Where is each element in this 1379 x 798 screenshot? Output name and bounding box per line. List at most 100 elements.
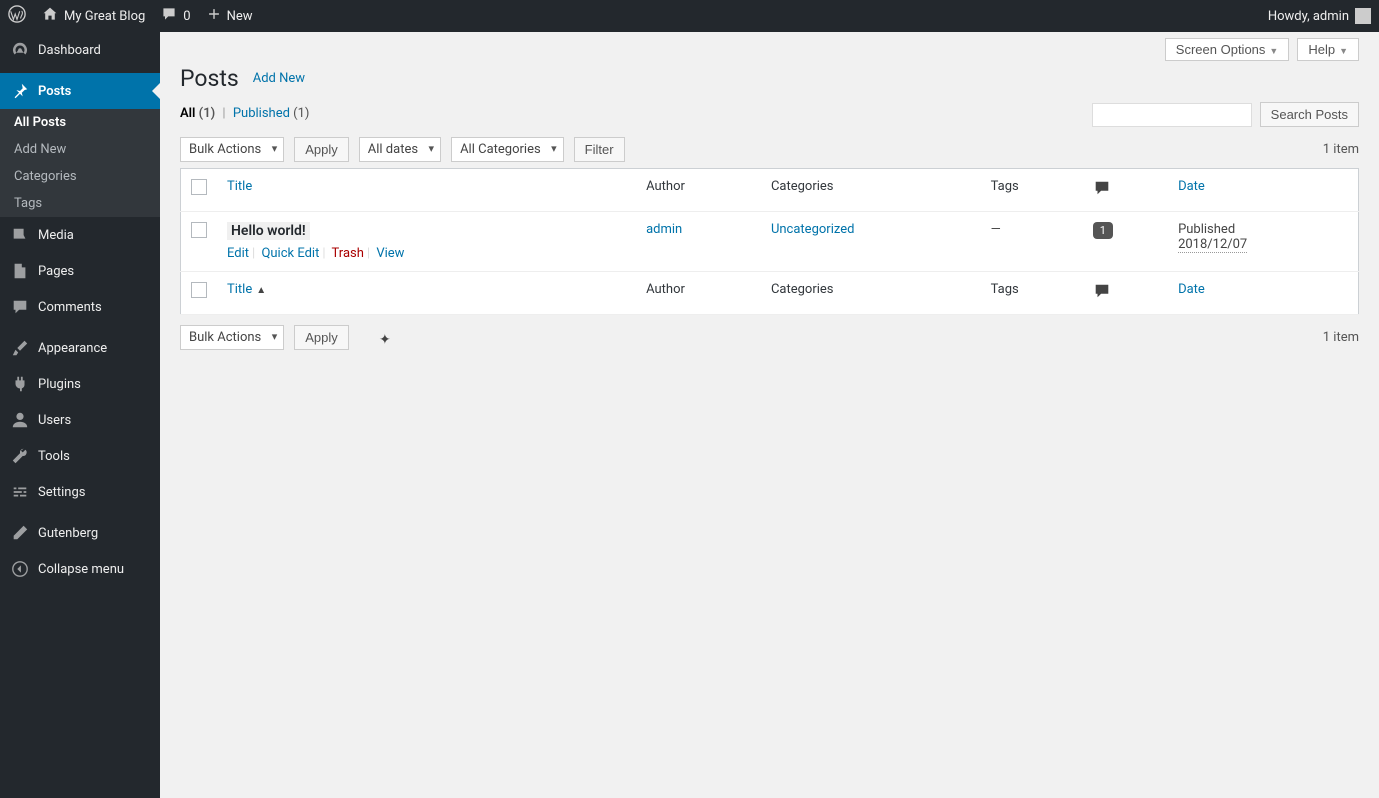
wp-logo[interactable] [8, 5, 26, 27]
sidebar-item-posts[interactable]: Posts [0, 73, 160, 109]
sidebar-item-dashboard[interactable]: Dashboard [0, 32, 160, 68]
wordpress-icon [8, 5, 26, 27]
collapse-icon [10, 559, 30, 579]
col-title[interactable]: Title [217, 169, 636, 212]
sort-asc-icon: ▲ [256, 285, 266, 296]
action-edit[interactable]: Edit [227, 246, 249, 261]
posts-table: Title Author Categories Tags Date Hello … [180, 168, 1359, 315]
comments-count: 0 [183, 9, 190, 24]
chevron-down-icon: ▼ [1339, 46, 1348, 56]
col-comments-footer[interactable] [1083, 272, 1168, 315]
action-trash[interactable]: Trash [332, 246, 364, 261]
site-name-link[interactable]: My Great Blog [42, 6, 145, 26]
tablenav-bottom: Bulk Actions Apply 1 item [180, 325, 1359, 350]
sidebar-item-label: Comments [38, 300, 102, 315]
sidebar-item-pages[interactable]: Pages [0, 253, 160, 289]
user-greeting[interactable]: Howdy, admin [1268, 8, 1371, 24]
col-author-footer[interactable]: Author [636, 272, 761, 315]
post-status-filters: All (1) | Published (1) Search Posts [180, 106, 1359, 127]
apply-button-bottom[interactable]: Apply [294, 325, 349, 350]
avatar [1355, 8, 1371, 24]
item-count-bottom: 1 item [1323, 330, 1359, 345]
comment-icon [1093, 289, 1111, 304]
sidebar-item-users[interactable]: Users [0, 402, 160, 438]
comment-icon [10, 297, 30, 317]
tablenav-top: Bulk Actions Apply All dates All Categor… [180, 137, 1359, 162]
categories-select[interactable]: All Categories [451, 137, 564, 162]
search-posts-button[interactable]: Search Posts [1260, 102, 1359, 127]
site-name-text: My Great Blog [64, 9, 145, 24]
filter-published[interactable]: Published (1) [233, 106, 310, 121]
action-quick-edit[interactable]: Quick Edit [261, 246, 319, 261]
row-actions: Edit| Quick Edit| Trash| View [227, 246, 626, 261]
col-tags-footer[interactable]: Tags [981, 272, 1083, 315]
media-icon [10, 225, 30, 245]
comment-icon [161, 6, 177, 26]
comments-link[interactable]: 0 [161, 6, 190, 26]
screen-options-button[interactable]: Screen Options▼ [1165, 38, 1290, 61]
sidebar-item-label: Dashboard [38, 43, 101, 58]
home-icon [42, 6, 58, 26]
new-label: New [227, 9, 253, 24]
bulk-actions-select-bottom[interactable]: Bulk Actions [180, 325, 284, 350]
brush-icon [10, 338, 30, 358]
col-comments[interactable] [1083, 169, 1168, 212]
select-all-checkbox-bottom[interactable] [191, 282, 207, 298]
col-author[interactable]: Author [636, 169, 761, 212]
post-tags: — [981, 212, 1083, 272]
page-icon [10, 261, 30, 281]
comment-count-badge[interactable]: 1 [1093, 222, 1113, 239]
sidebar-item-label: Posts [38, 84, 71, 99]
filter-button[interactable]: Filter [574, 137, 625, 162]
pin-icon [10, 81, 30, 101]
plug-icon [10, 374, 30, 394]
sidebar-item-settings[interactable]: Settings [0, 474, 160, 510]
plus-icon [207, 7, 221, 25]
pencil-icon [10, 523, 30, 543]
filter-all[interactable]: All (1) [180, 106, 215, 121]
dates-select[interactable]: All dates [359, 137, 441, 162]
post-category[interactable]: Uncategorized [771, 222, 854, 237]
apply-button[interactable]: Apply [294, 137, 349, 162]
new-content-link[interactable]: New [207, 7, 253, 25]
post-author[interactable]: admin [646, 222, 682, 237]
submenu-add-new[interactable]: Add New [0, 136, 160, 163]
sliders-icon [10, 482, 30, 502]
main-content: Screen Options▼ Help▼ Posts Add New All … [160, 32, 1379, 798]
submenu-tags[interactable]: Tags [0, 190, 160, 217]
sidebar-item-plugins[interactable]: Plugins [0, 366, 160, 402]
sidebar-item-gutenberg[interactable]: Gutenberg [0, 515, 160, 551]
post-date: Published 2018/12/07 [1168, 212, 1358, 272]
col-tags[interactable]: Tags [981, 169, 1083, 212]
col-categories-footer[interactable]: Categories [761, 272, 981, 315]
submenu-all-posts[interactable]: All Posts [0, 109, 160, 136]
sidebar-item-label: Gutenberg [38, 526, 98, 541]
sidebar-item-label: Settings [38, 485, 85, 500]
add-new-link[interactable]: Add New [253, 71, 305, 86]
bulk-actions-select[interactable]: Bulk Actions [180, 137, 284, 162]
col-categories[interactable]: Categories [761, 169, 981, 212]
sidebar-item-label: Appearance [38, 341, 107, 356]
wrench-icon [10, 446, 30, 466]
col-date[interactable]: Date [1168, 169, 1358, 212]
sidebar-item-comments[interactable]: Comments [0, 289, 160, 325]
select-all-checkbox[interactable] [191, 179, 207, 195]
sidebar-item-tools[interactable]: Tools [0, 438, 160, 474]
dashboard-icon [10, 40, 30, 60]
sidebar-item-media[interactable]: Media [0, 217, 160, 253]
row-checkbox[interactable] [191, 222, 207, 238]
submenu-categories[interactable]: Categories [0, 163, 160, 190]
col-date-footer[interactable]: Date [1168, 272, 1358, 315]
help-button[interactable]: Help▼ [1297, 38, 1359, 61]
action-view[interactable]: View [376, 246, 404, 261]
col-title-footer[interactable]: Title▲ [217, 272, 636, 315]
search-input[interactable] [1092, 103, 1252, 127]
sidebar-item-label: Plugins [38, 377, 81, 392]
item-count: 1 item [1323, 142, 1359, 157]
sidebar-item-appearance[interactable]: Appearance [0, 330, 160, 366]
sidebar-item-label: Media [38, 228, 74, 243]
post-title[interactable]: Hello world! [227, 222, 310, 240]
comment-icon [1093, 186, 1111, 201]
sidebar-item-collapse[interactable]: Collapse menu [0, 551, 160, 587]
sidebar-item-label: Collapse menu [38, 562, 124, 577]
